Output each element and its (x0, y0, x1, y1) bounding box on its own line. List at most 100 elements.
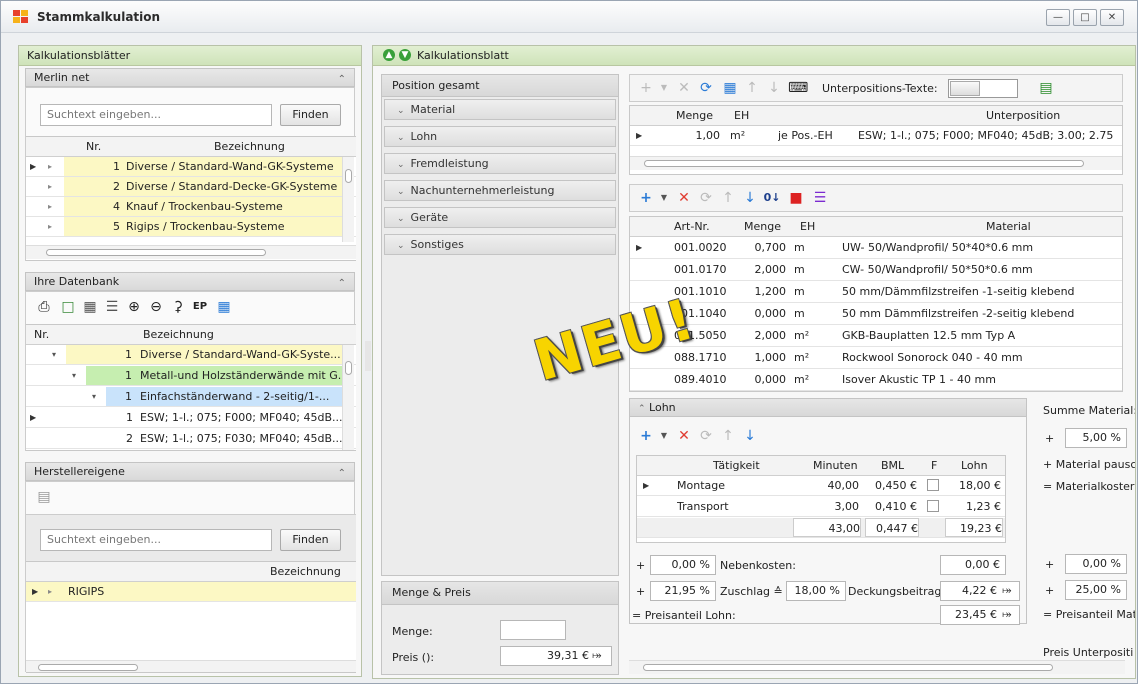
move-up-icon[interactable]: ↑ (742, 79, 762, 99)
close-button[interactable]: ✕ (1100, 9, 1124, 26)
hersteller-find-button[interactable]: Finden (280, 529, 341, 551)
section-4[interactable]: ⌄ Geräte (384, 207, 616, 228)
table-row[interactable]: ▸ 2 Diverse / Standard-Decke-GK-Systeme (26, 177, 356, 197)
material-name[interactable]: Isover Akustic TP 1 - 40 mm (842, 369, 996, 390)
material-artnr[interactable]: 001.0170 (674, 259, 727, 280)
collapse-icon[interactable]: ▾ (92, 387, 96, 406)
table-row[interactable]: 001.1040 0,000 m 50 mm Dämmfilzstreifen -2-… (630, 303, 1122, 325)
expand-icon[interactable]: ▸ (48, 217, 52, 236)
collapse-icon[interactable]: ▾ (52, 345, 56, 364)
maximize-button[interactable]: □ (1073, 9, 1097, 26)
move-up-icon[interactable]: ↑ (718, 189, 738, 209)
material-eh[interactable]: m² (794, 369, 809, 390)
table-row[interactable]: ▶ 001.0020 0,700 m UW- 50/Wandprofil/ 50*40*… (630, 237, 1122, 259)
dropdown-icon[interactable]: ▼ (654, 189, 674, 209)
table-row[interactable]: ▶ 1 ESW; 1-l.; 075; F000; MF040; 45dB... (26, 408, 356, 428)
deckungsbeitrag-pct-input[interactable]: 18,00 % (786, 581, 846, 601)
arrow-down-icon[interactable]: ▼ (399, 49, 411, 61)
material-menge[interactable]: 1,000 (730, 347, 787, 368)
material-menge[interactable]: 1,200 (730, 281, 787, 302)
lohn-minuten[interactable]: 3,00 (793, 497, 860, 516)
chevron-down-icon[interactable]: ⌄ (397, 187, 405, 197)
table-row[interactable]: 001.5050 2,000 m² GKB-Bauplatten 12.5 mm Ty… (630, 325, 1122, 347)
unterposition-hscroll[interactable] (630, 156, 1122, 170)
move-down-icon[interactable]: ↓ (764, 79, 784, 99)
move-up-icon[interactable]: ↑ (718, 427, 738, 447)
table-row[interactable]: 088.1710 1,000 m² Rockwool Sonorock 040 - 4… (630, 347, 1122, 369)
ep-button[interactable]: EP (190, 298, 210, 318)
section-3[interactable]: ⌄ Nachunternehmerleistung (384, 180, 616, 201)
delete-icon[interactable]: ✕ (674, 189, 694, 209)
lohn-taetigkeit[interactable]: Transport (677, 497, 729, 516)
export-icon[interactable]: ▤ (1036, 79, 1056, 99)
material-name[interactable]: CW- 50/Wandprofil/ 50*50*0.6 mm (842, 259, 1033, 280)
refresh-icon[interactable]: ⟳ (696, 189, 716, 209)
lohn-header[interactable]: ⌃ Lohn (630, 399, 1026, 417)
table-row[interactable]: ▸ 5 Rigips / Trockenbau-Systeme (26, 217, 356, 237)
chevron-up-icon[interactable]: ⌃ (338, 71, 346, 88)
refresh-icon[interactable]: ⟳ (696, 79, 716, 99)
material-eh[interactable]: m (794, 303, 805, 324)
pin-icon[interactable]: ⤅ (1002, 583, 1012, 598)
material-eh[interactable]: m (794, 281, 805, 302)
material-eh[interactable]: m (794, 259, 805, 280)
table-row[interactable]: Transport 3,00 0,410 € 1,23 € (637, 497, 1005, 517)
material-artnr[interactable]: 001.0020 (674, 237, 727, 258)
table-row[interactable]: 001.0170 2,000 m CW- 50/Wandprofil/ 50*50*0… (630, 259, 1122, 281)
edit-icon[interactable]: ▦ (80, 298, 100, 318)
calculator-icon[interactable]: ▦ (214, 298, 234, 318)
unterpos-text[interactable]: ESW; 1-l.; 075; F000; MF040; 45dB; 3.00;… (858, 126, 1113, 145)
lohn-bml[interactable]: 0,450 € (863, 476, 917, 495)
nebenkosten-value[interactable]: 0,00 € (940, 555, 1006, 575)
merlin-find-button[interactable]: Finden (280, 104, 341, 126)
minimize-button[interactable]: — (1046, 9, 1070, 26)
datenbank-vscroll[interactable] (342, 345, 354, 450)
hersteller-header[interactable]: Herstellereigene ⌃ (25, 462, 355, 481)
binoculars-icon[interactable]: ⚳ (168, 298, 188, 318)
unterpos-basis[interactable]: je Pos.-EH (778, 126, 833, 145)
material-pausch-pct-input[interactable]: 5,00 % (1065, 428, 1127, 448)
unterpos-menge[interactable]: 1,00 (650, 126, 721, 145)
material-eh[interactable]: m (794, 237, 805, 258)
move-down-icon[interactable]: ↓ (740, 427, 760, 447)
material-name[interactable]: 50 mm Dämmfilzstreifen -2-seitig klebend (842, 303, 1074, 324)
lohn-bml[interactable]: 0,410 € (863, 497, 917, 516)
lohn-value[interactable]: 1,23 € (943, 497, 1001, 516)
table-row[interactable]: 001.1010 1,200 m 50 mm/Dämmfilzstreifen -1-… (630, 281, 1122, 303)
datenbank-header[interactable]: Ihre Datenbank ⌃ (25, 272, 355, 291)
list-icon[interactable]: ☰ (102, 298, 122, 318)
document-icon[interactable]: ▤ (34, 488, 54, 508)
material-eh[interactable]: m² (794, 325, 809, 346)
material-menge[interactable]: 2,000 (730, 325, 787, 346)
vertical-splitter[interactable] (365, 341, 371, 371)
zuschlag-mat-pct-input[interactable]: 25,00 % (1065, 580, 1127, 600)
new-icon[interactable]: □ (58, 298, 78, 318)
add-icon[interactable]: + (636, 189, 656, 209)
nebenkosten-pct-input[interactable]: 0,00 % (650, 555, 716, 575)
expand-icon[interactable]: ▸ (48, 177, 52, 196)
material-menge[interactable]: 0,700 (730, 237, 787, 258)
chevron-down-icon[interactable]: ⌄ (397, 241, 405, 251)
material-name[interactable]: Rockwool Sonorock 040 - 40 mm (842, 347, 1023, 368)
table-row[interactable]: ▾ 1 Diverse / Standard-Wand-GK-Syste... (26, 345, 356, 365)
add-icon[interactable]: + (636, 427, 656, 447)
unterpositions-texte-toggle[interactable] (948, 79, 1018, 98)
chevron-down-icon[interactable]: ⌄ (397, 106, 405, 116)
hersteller-search-input[interactable]: Suchtext eingeben... (40, 529, 272, 551)
material-menge[interactable]: 0,000 (730, 369, 787, 390)
material-artnr[interactable]: 089.4010 (674, 369, 727, 390)
section-0[interactable]: ⌄ Material (384, 99, 616, 120)
merlin-vscroll[interactable] (342, 157, 354, 242)
keyboard-icon[interactable]: ⌨ (788, 79, 808, 99)
material-menge[interactable]: 0,000 (730, 303, 787, 324)
table-row[interactable]: 089.4010 0,000 m² Isover Akustic TP 1 - 40 … (630, 369, 1122, 391)
table-row[interactable]: 2 ESW; 1-l.; 075; F030; MF040; 45dB... (26, 429, 356, 449)
chevron-up-icon[interactable]: ⌃ (638, 404, 646, 414)
unterpos-eh[interactable]: m² (730, 126, 745, 145)
zero-filter-icon[interactable]: 0↓ (762, 189, 782, 209)
dropdown-icon[interactable]: ▼ (654, 427, 674, 447)
list-icon[interactable]: ☰ (810, 189, 830, 209)
table-row[interactable]: ▶ ▸ 1 Diverse / Standard-Wand-GK-Systeme (26, 157, 356, 177)
zuschlag-pct-input[interactable]: 21,95 % (650, 581, 716, 601)
chevron-down-icon[interactable]: ⌄ (397, 133, 405, 143)
